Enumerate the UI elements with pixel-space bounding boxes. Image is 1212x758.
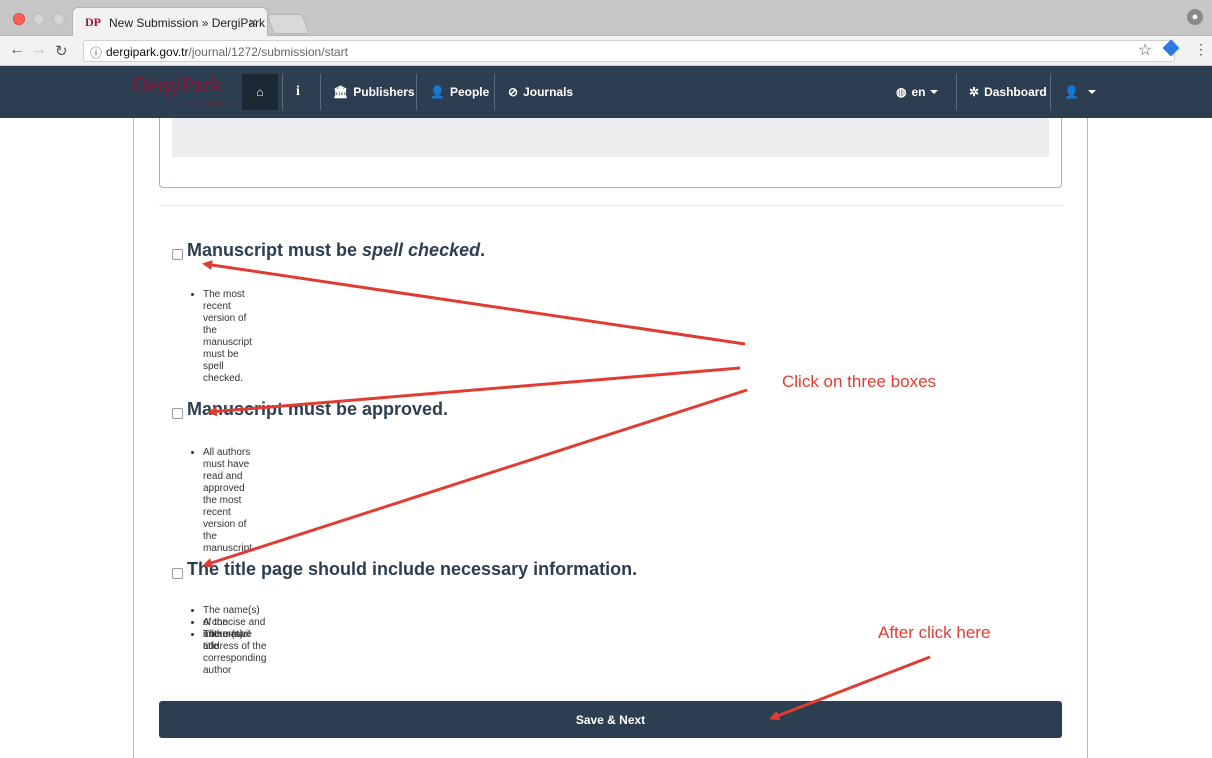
nav-journals-label: Journals: [523, 85, 574, 99]
previous-section-panel: [159, 118, 1062, 188]
requirement-title-text: Manuscript must be approved.: [187, 399, 449, 419]
institution-icon: 🏛: [333, 85, 349, 99]
nav-divider: [320, 74, 321, 110]
nav-dashboard[interactable]: ✲ Dashboard: [969, 66, 1047, 118]
caret-down-icon: [929, 90, 938, 94]
content-frame: [133, 118, 1088, 758]
maximize-window-button[interactable]: [53, 13, 65, 25]
nav-info[interactable]: i: [296, 66, 300, 118]
nav-home[interactable]: ⌂: [242, 74, 278, 110]
nav-journals[interactable]: ⊘ Journals: [508, 66, 573, 118]
browser-tab-bar: DP New Submission » DergiPark × ●: [0, 0, 1212, 36]
annotation-click-boxes: Click on three boxes: [782, 372, 937, 391]
language-dropdown[interactable]: ◍ en: [896, 66, 938, 118]
user-icon: 👤: [1064, 85, 1079, 99]
site-navbar: DergiPark AKADEMİK ⌂ i 🏛 Publishers 👤 Peop…: [0, 66, 1212, 118]
requirement-bullets: All authors must have read and approved …: [189, 447, 255, 554]
requirement-checkbox[interactable]: [172, 249, 183, 260]
requirement-title-text: The title page should include necessary …: [187, 559, 638, 579]
list-item: The name(s) of the author(s): [203, 605, 266, 640]
kebab-menu-icon[interactable]: ⋮: [1194, 41, 1208, 58]
url-path: /journal/1272/submission/start: [188, 45, 348, 59]
url-host: dergipark.gov.tr: [106, 45, 189, 59]
nav-divider: [416, 74, 417, 110]
nav-divider: [282, 74, 283, 110]
nav-publishers-label: Publishers: [353, 85, 415, 99]
list-item: A concise and informative title: [203, 617, 266, 652]
nav-people-label: People: [449, 85, 490, 99]
arrow-left-icon[interactable]: ←: [9, 41, 25, 59]
profile-icon[interactable]: ●: [1187, 9, 1203, 25]
section-divider: [159, 205, 1062, 206]
reload-icon[interactable]: ↻: [55, 42, 68, 60]
favicon-icon: DP: [85, 15, 101, 29]
requirement-title-text: Manuscript must be: [187, 240, 363, 260]
gear-icon: ✲: [969, 85, 980, 99]
annotation-after-click: After click here: [878, 623, 991, 642]
minimize-window-button[interactable]: [33, 13, 45, 25]
caret-down-icon: [1087, 90, 1096, 94]
nav-divider: [956, 74, 957, 110]
globe-icon: ◍: [896, 85, 907, 99]
dashboard-label: Dashboard: [984, 85, 1047, 99]
compass-icon: ⊘: [508, 85, 519, 99]
url-input[interactable]: ⓘ dergipark.gov.tr/journal/1272/submissi…: [83, 40, 1175, 62]
save-and-next-button[interactable]: Save & Next: [159, 701, 1062, 738]
requirement-checkbox[interactable]: [172, 568, 183, 579]
info-icon: i: [296, 84, 300, 99]
list-item: The e-mail address of the corresponding …: [203, 629, 266, 676]
list-item: The most recent version of the manuscrip…: [203, 289, 252, 384]
arrow-right-icon[interactable]: →: [31, 41, 47, 59]
close-window-button[interactable]: [13, 13, 25, 25]
account-dropdown[interactable]: 👤: [1064, 66, 1096, 118]
requirement-bullets: The name(s) of the author(s) A concise a…: [189, 605, 266, 676]
requirement-title: Manuscript must be approved.: [187, 399, 448, 420]
user-icon: 👤: [430, 85, 445, 99]
close-tab-icon[interactable]: ×: [249, 14, 257, 30]
list-item: All authors must have read and approved …: [203, 447, 255, 554]
brand-name: DergiPark: [132, 72, 223, 97]
tab-title: New Submission » DergiPark: [109, 16, 266, 30]
nav-divider: [494, 74, 495, 110]
requirement-checkbox[interactable]: [172, 408, 183, 419]
nav-publishers[interactable]: 🏛 Publishers: [333, 66, 415, 118]
home-icon: ⌂: [256, 85, 264, 99]
nav-people[interactable]: 👤 People: [430, 66, 489, 118]
previous-section-field: [172, 118, 1049, 157]
requirement-title-emphasis: spell checked: [362, 240, 481, 260]
requirement-title: Manuscript must be spell checked.: [187, 240, 485, 261]
info-circle-icon[interactable]: ⓘ: [90, 44, 102, 61]
requirement-bullets: The most recent version of the manuscrip…: [189, 289, 252, 384]
language-label: en: [911, 85, 926, 99]
requirement-title: The title page should include necessary …: [187, 559, 637, 580]
star-icon[interactable]: ☆: [1138, 40, 1152, 60]
url-text: dergipark.gov.tr/journal/1272/submission…: [106, 45, 348, 59]
brand-subtitle: AKADEMİK: [185, 100, 232, 108]
browser-tab[interactable]: DP New Submission » DergiPark ×: [72, 7, 268, 36]
address-bar: ← → ↻ ⓘ dergipark.gov.tr/journal/1272/su…: [0, 36, 1212, 66]
requirement-title-suffix: .: [480, 240, 486, 260]
new-tab-button[interactable]: [266, 14, 310, 34]
nav-divider: [1050, 74, 1051, 110]
brand-logo[interactable]: DergiPark AKADEMİK: [132, 72, 232, 112]
